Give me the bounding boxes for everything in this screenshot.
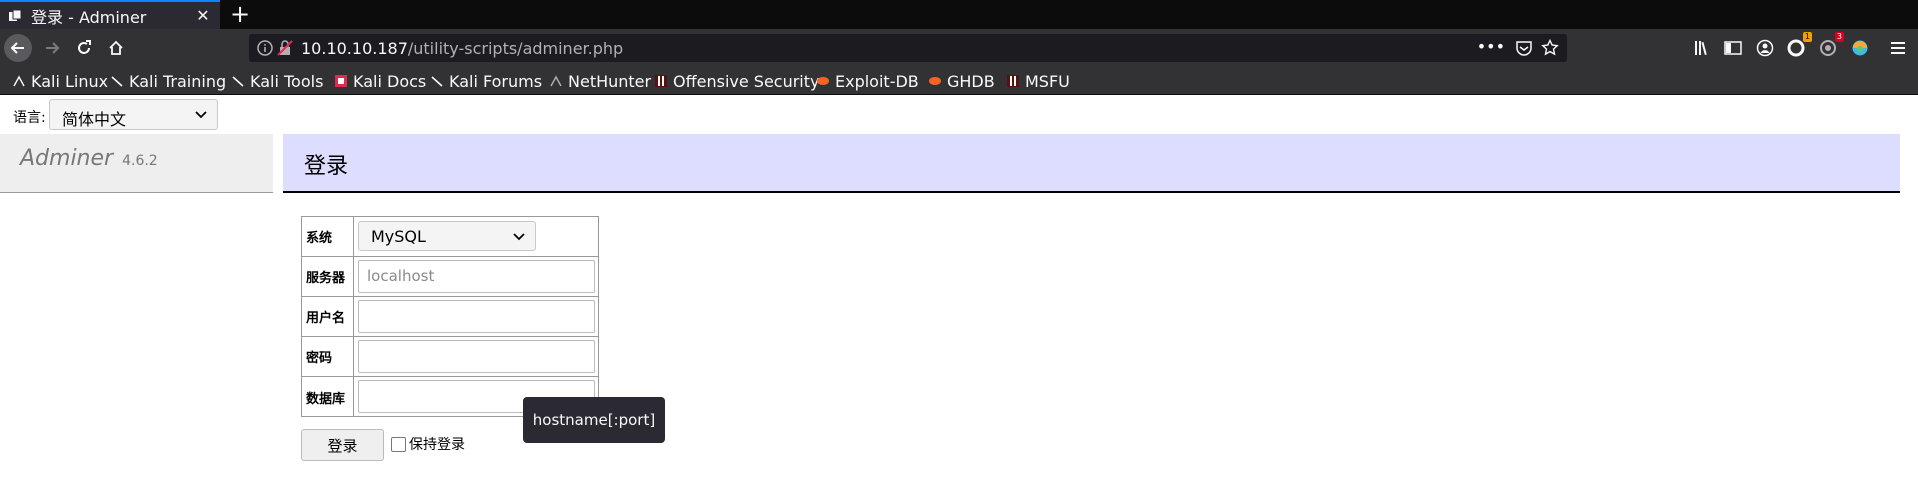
brand-name: Adminer <box>20 146 114 171</box>
brand-link[interactable]: Adminer 4.6.2 <box>20 146 158 171</box>
remember-checkbox[interactable] <box>391 436 406 452</box>
bookmark-nethunter[interactable]: NetHunter <box>549 70 651 92</box>
back-arrow-icon <box>10 42 24 54</box>
url-host: 10.10.10.187 <box>301 39 408 58</box>
bookmark-kali-tools[interactable]: Kali Tools <box>231 70 323 92</box>
extension-one-badge: 1 <box>1802 32 1812 42</box>
brand-version: 4.6.2 <box>122 153 158 169</box>
url-path: /utility-scripts/adminer.php <box>407 39 624 58</box>
bookmark-star-icon[interactable] <box>1541 39 1559 57</box>
extension-three-icon[interactable] <box>1850 38 1870 58</box>
system-label: 系统 <box>302 217 354 256</box>
kali-docs-icon <box>334 74 348 88</box>
url-bar[interactable]: 10.10.10.187/utility-scripts/adminer.php… <box>249 34 1567 62</box>
extension-two-badge: 3 <box>1834 32 1844 42</box>
system-value: MySQL <box>371 227 426 246</box>
chevron-down-icon <box>195 111 207 119</box>
exploitdb-icon <box>816 74 830 88</box>
close-tab-icon[interactable]: ✕ <box>194 6 212 25</box>
reload-icon <box>78 40 91 54</box>
extension-two-button[interactable]: 3 <box>1818 32 1844 58</box>
reload-button[interactable] <box>70 34 98 62</box>
kali-dragon-icon <box>12 74 26 88</box>
nethunter-icon <box>549 74 563 88</box>
password-label: 密码 <box>302 337 354 376</box>
sidebar-icon[interactable] <box>1723 38 1743 58</box>
account-icon[interactable] <box>1755 38 1775 58</box>
extension-one-button[interactable]: 1 <box>1786 32 1812 58</box>
page-title: 登录 <box>304 154 349 179</box>
bookmark-label: Kali Training <box>129 71 227 91</box>
bookmark-kali-linux[interactable]: Kali Linux <box>12 70 108 92</box>
library-icon[interactable] <box>1692 38 1712 58</box>
server-tooltip: hostname[:port] <box>523 397 665 443</box>
server-label: 服务器 <box>302 257 354 296</box>
insecure-lock-icon[interactable] <box>276 39 294 57</box>
password-row: 密码 <box>302 337 598 377</box>
url-text[interactable]: 10.10.10.187/utility-scripts/adminer.php <box>301 39 623 58</box>
page-header: 登录 <box>283 134 1900 193</box>
system-select[interactable]: MySQL <box>358 221 536 251</box>
bookmarks-toolbar: Kali Linux Kali Training Kali Tools Kali… <box>0 67 1918 95</box>
username-input[interactable] <box>358 300 595 333</box>
active-tab[interactable]: 登录 - Adminer ✕ <box>0 0 220 29</box>
bookmark-msfu[interactable]: MSFU <box>1006 70 1070 92</box>
home-button[interactable] <box>102 34 130 62</box>
remember-login[interactable]: 保持登录 <box>391 434 465 454</box>
username-row: 用户名 <box>302 297 598 337</box>
msfu-icon <box>1006 74 1020 88</box>
pocket-icon[interactable] <box>1515 39 1533 57</box>
kali-dragon-icon <box>231 74 245 88</box>
bookmark-label: Kali Linux <box>31 71 109 91</box>
kali-dragon-icon <box>110 74 124 88</box>
bookmark-offensive-security[interactable]: Offensive Security <box>654 70 819 92</box>
login-form-table: 系统 MySQL 服务器 localhost 用户名 密码 数据库 <box>301 216 599 417</box>
bookmark-label: GHDB <box>947 71 995 91</box>
language-value: 简体中文 <box>62 110 127 129</box>
password-input[interactable] <box>358 340 595 373</box>
new-tab-icon[interactable]: + <box>229 0 251 28</box>
remember-label: 保持登录 <box>409 437 465 453</box>
bookmark-exploit-db[interactable]: Exploit-DB <box>816 70 919 92</box>
bookmark-label: Kali Tools <box>250 71 324 91</box>
tab-bar: 登录 - Adminer ✕ + <box>0 0 1918 29</box>
ghdb-icon <box>928 74 942 88</box>
database-label: 数据库 <box>302 377 354 417</box>
sidebar-brand-panel: Adminer 4.6.2 <box>0 134 273 193</box>
login-button[interactable]: 登录 <box>301 429 384 461</box>
username-label: 用户名 <box>302 297 354 336</box>
bookmark-label: Kali Docs <box>353 71 427 91</box>
bookmark-label: NetHunter <box>568 71 652 91</box>
back-button[interactable] <box>4 34 32 62</box>
info-icon[interactable] <box>256 39 274 57</box>
tab-title: 登录 - Adminer <box>31 7 147 27</box>
bookmark-label: Offensive Security <box>673 71 820 91</box>
bookmark-kali-training[interactable]: Kali Training <box>110 70 226 92</box>
page-actions-icon[interactable]: ••• <box>1477 37 1505 56</box>
language-select[interactable]: 简体中文 <box>49 99 218 130</box>
menu-icon[interactable] <box>1888 38 1908 58</box>
bookmark-label: Kali Forums <box>449 71 543 91</box>
chevron-down-icon <box>513 233 525 241</box>
kali-dragon-icon <box>430 74 444 88</box>
bookmark-label: MSFU <box>1025 71 1070 91</box>
system-row: 系统 MySQL <box>302 217 598 257</box>
page-content: 语言: 简体中文 Adminer 4.6.2 登录 系统 MySQL 服务器 l… <box>0 96 1918 479</box>
forward-button[interactable] <box>38 34 66 62</box>
bookmark-kali-docs[interactable]: Kali Docs <box>334 70 426 92</box>
bookmark-kali-forums[interactable]: Kali Forums <box>430 70 542 92</box>
bookmark-label: Exploit-DB <box>835 71 919 91</box>
offsec-icon <box>654 74 668 88</box>
bookmark-ghdb[interactable]: GHDB <box>928 70 995 92</box>
home-icon <box>109 40 123 55</box>
server-input[interactable]: localhost <box>358 260 595 293</box>
server-row: 服务器 localhost <box>302 257 598 297</box>
forward-arrow-icon <box>46 42 60 54</box>
navigation-bar: 10.10.10.187/utility-scripts/adminer.php… <box>0 29 1918 67</box>
adminer-favicon-icon <box>7 8 23 24</box>
language-label: 语言: <box>13 110 46 126</box>
